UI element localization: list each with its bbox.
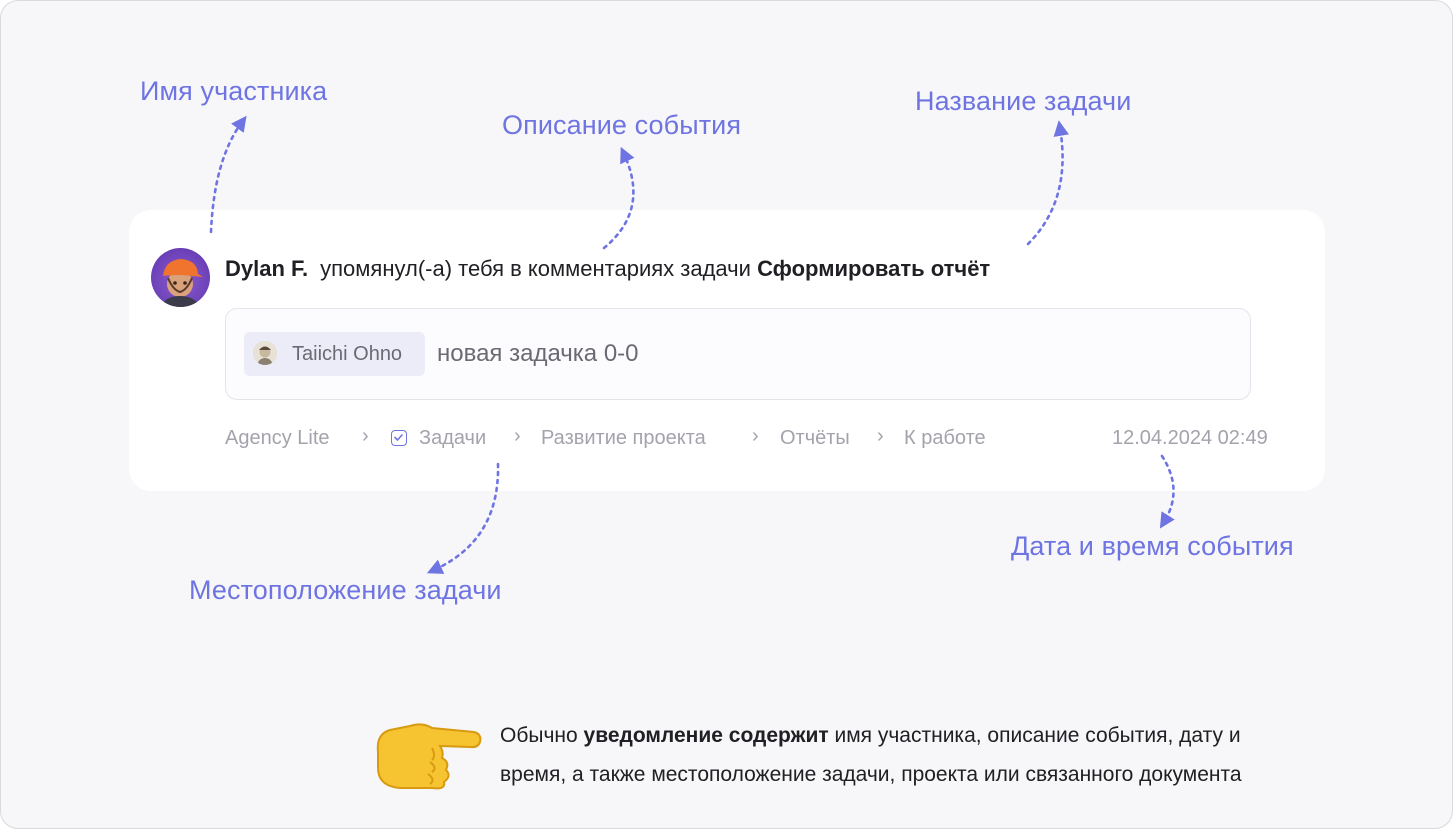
mention-avatar [253, 341, 277, 365]
explanation-note: Обычно уведомление содержит имя участник… [500, 716, 1440, 794]
chevron-right-icon: › [362, 425, 369, 447]
chevron-right-icon: › [752, 425, 759, 447]
actor-name[interactable]: Dylan F. [225, 256, 308, 281]
mention-portrait-icon [253, 341, 277, 365]
breadcrumb-item-project[interactable]: Agency Lite [225, 427, 330, 450]
event-datetime: 12.04.2024 02:49 [1112, 427, 1268, 449]
breadcrumb-item-section[interactable]: Развитие проекта [541, 427, 706, 450]
backhand-index-pointing-right-icon [376, 723, 482, 790]
note-emphasis: уведомление содержит [583, 724, 829, 747]
notification-headline: Dylan F. упомянул(-а) тебя в комментариях… [225, 256, 990, 282]
breadcrumb-item-list[interactable]: Отчёты [780, 427, 850, 450]
avatar[interactable] [151, 248, 210, 307]
task-checkbox-icon [391, 430, 407, 446]
annotation-event-description: Описание события [502, 110, 742, 140]
chevron-right-icon: › [877, 425, 884, 447]
note-prefix: Обычно [500, 724, 584, 747]
note-line2: время, а также местоположение задачи, пр… [500, 763, 1242, 786]
event-description: упомянул(-а) тебя в комментариях задачи [320, 256, 751, 281]
comment-text: новая задачка 0-0 [437, 340, 639, 367]
annotation-participant-name: Имя участника [140, 76, 328, 106]
avatar-portrait-icon [161, 259, 203, 307]
breadcrumb-item-status[interactable]: К работе [904, 427, 986, 450]
mention-name[interactable]: Taiichi Ohno [292, 343, 402, 366]
note-line1: имя участника, описание события, дату и [828, 724, 1241, 747]
chevron-right-icon: › [514, 425, 521, 447]
task-name-link[interactable]: Сформировать отчёт [757, 256, 990, 281]
annotation-event-datetime: Дата и время события [1011, 531, 1294, 561]
annotation-task-location: Местоположение задачи [189, 575, 502, 605]
breadcrumb-item-tasks[interactable]: Задачи [419, 427, 486, 450]
annotation-task-name: Название задачи [915, 86, 1132, 116]
